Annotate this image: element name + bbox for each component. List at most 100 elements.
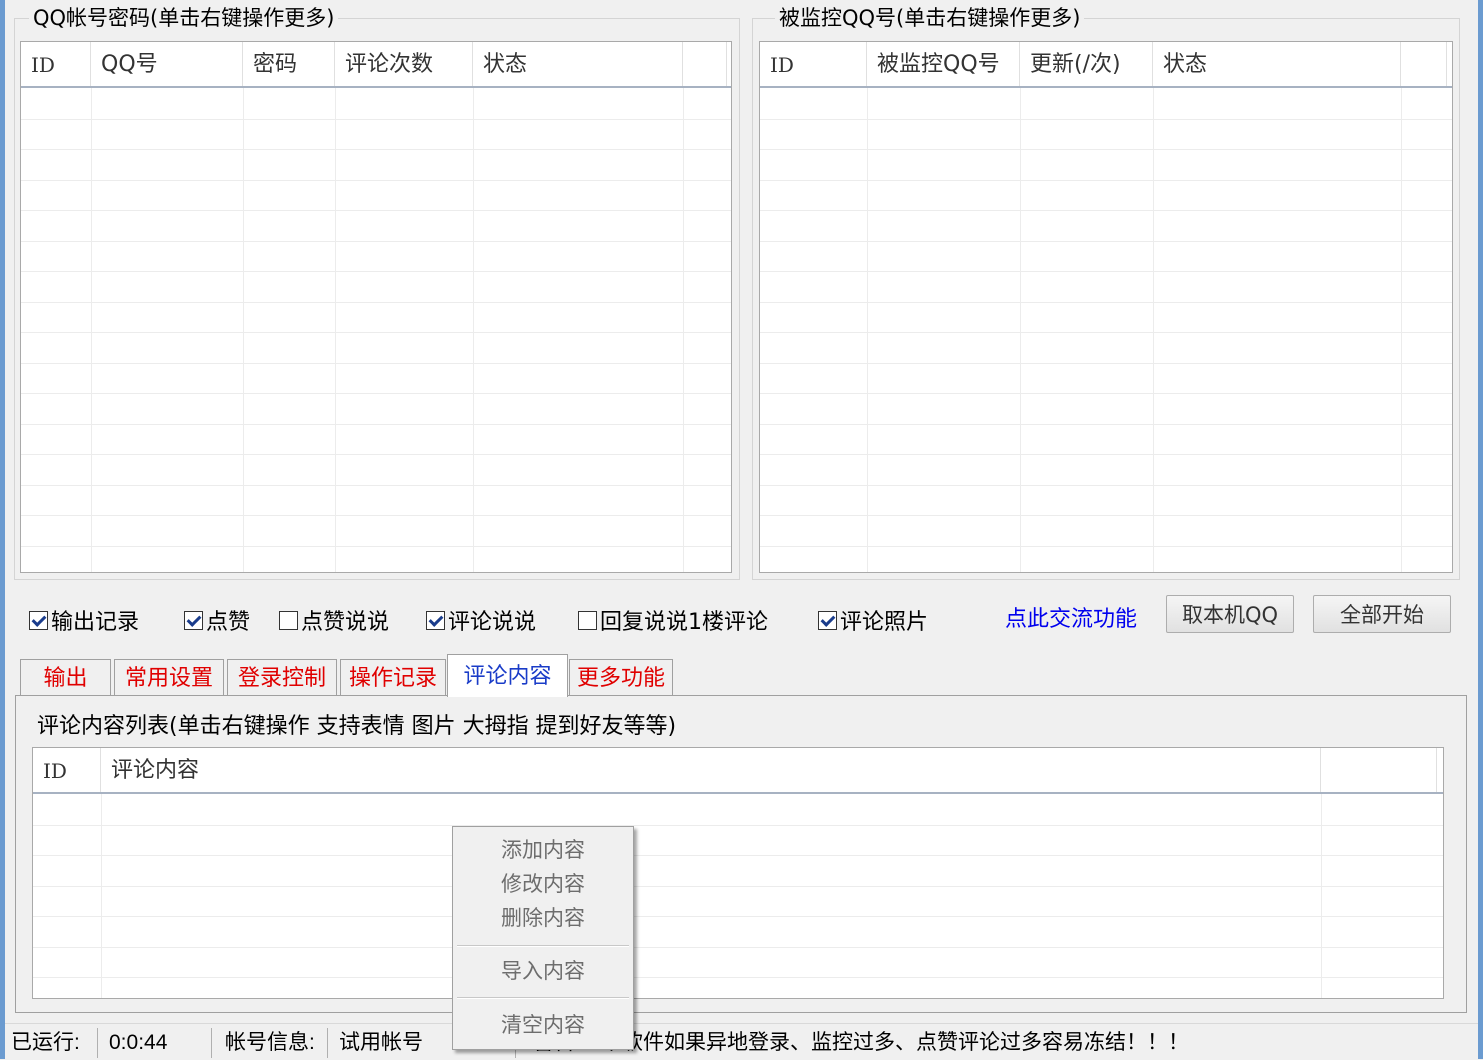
- notice-text: 本软件如果异地登录、监控过多、点赞评论过多容易冻结！！！: [601, 1031, 1189, 1054]
- option-comment-posts-label: 评论说说: [448, 610, 537, 635]
- column-header-comment-count[interactable]: 评论次数: [335, 42, 473, 86]
- grid-row-line: [21, 332, 731, 333]
- tab-operation-log[interactable]: 操作记录: [340, 659, 446, 696]
- checkbox-output-log[interactable]: [29, 610, 48, 630]
- checkbox-comment-posts[interactable]: [426, 610, 445, 630]
- grid-row-line: [760, 515, 1452, 516]
- grid-column-line: [1401, 88, 1402, 572]
- checkbox-comment-photos[interactable]: [818, 610, 837, 630]
- menu-separator: [457, 945, 629, 947]
- grid-row-line: [33, 946, 1443, 948]
- option-output-log[interactable]: 输出记录: [29, 605, 139, 635]
- grid-row-line: [760, 454, 1452, 455]
- checkbox-like-posts[interactable]: [279, 610, 298, 630]
- option-like-posts[interactable]: 点赞说说: [279, 605, 389, 635]
- grid-row-line: [21, 454, 731, 455]
- column-header-qq[interactable]: QQ号: [91, 42, 243, 86]
- grid-row-line: [21, 484, 731, 486]
- monitored-group-title: 被监控QQ号(单击右键操作更多): [775, 5, 1085, 31]
- grid-column-line: [335, 88, 336, 572]
- column-header-password[interactable]: 密码: [243, 42, 335, 86]
- grid-row-line: [21, 362, 731, 364]
- grid-row-line: [33, 824, 1443, 826]
- option-reply-first-floor-label: 回复说说1楼评论: [600, 610, 768, 635]
- column-header-comment[interactable]: 评论内容: [101, 748, 1321, 792]
- column-header-id[interactable]: ID: [33, 748, 101, 792]
- checkbox-like[interactable]: [184, 610, 203, 630]
- menu-item-add-content[interactable]: 添加内容: [453, 835, 633, 865]
- accounts-list-header: ID QQ号 密码 评论次数 状态: [21, 42, 731, 88]
- grid-row-line: [21, 118, 731, 120]
- grid-row-line: [760, 179, 1452, 181]
- grid-row-line: [21, 301, 731, 303]
- comment-panel-title: 评论内容列表(单击右键操作 支持表情 图片 大拇指 提到好友等等): [37, 714, 677, 739]
- tab-login-control[interactable]: 登录控制: [227, 659, 337, 696]
- grid-row-line: [760, 332, 1452, 333]
- grid-row-line: [760, 240, 1452, 242]
- comment-list[interactable]: ID 评论内容: [32, 747, 1444, 999]
- option-reply-first-floor[interactable]: 回复说说1楼评论: [578, 605, 768, 635]
- tab-common-settings[interactable]: 常用设置: [114, 659, 224, 696]
- option-output-log-label: 输出记录: [51, 610, 140, 635]
- grid-row-line: [21, 423, 731, 425]
- option-like[interactable]: 点赞: [184, 605, 250, 635]
- grid-row-line: [21, 271, 731, 272]
- grid-row-line: [760, 362, 1452, 364]
- column-header-status[interactable]: 状态: [1153, 42, 1401, 86]
- column-header-id[interactable]: ID: [760, 42, 867, 86]
- grid-column-line: [867, 88, 868, 572]
- grid-row-line: [760, 545, 1452, 547]
- option-comment-posts[interactable]: 评论说说: [426, 605, 536, 635]
- grid-column-line: [1020, 88, 1021, 572]
- tab-more-functions[interactable]: 更多功能: [569, 659, 673, 696]
- column-header-status[interactable]: 状态: [473, 42, 683, 86]
- grid-row-line: [21, 179, 731, 181]
- monitored-list-header: ID 被监控QQ号 更新(/次) 状态: [760, 42, 1452, 88]
- start-all-button[interactable]: 全部开始: [1313, 595, 1451, 633]
- grid-row-line: [760, 484, 1452, 486]
- menu-item-import-content[interactable]: 导入内容: [453, 956, 633, 986]
- column-header-filler: [683, 42, 727, 86]
- grid-column-line: [101, 794, 102, 998]
- menu-item-delete-content[interactable]: 删除内容: [453, 903, 633, 933]
- status-separator: [97, 1028, 98, 1058]
- account-label: 帐号信息:: [225, 1031, 315, 1054]
- column-header-id[interactable]: ID: [21, 42, 91, 86]
- grid-row-line: [760, 393, 1452, 394]
- grid-row-line: [760, 301, 1452, 303]
- accounts-group-title: QQ帐号密码(单击右键操作更多): [29, 5, 339, 31]
- grid-column-line: [243, 88, 244, 572]
- option-comment-photos[interactable]: 评论照片: [818, 605, 928, 635]
- menu-item-clear-content[interactable]: 清空内容: [453, 1010, 633, 1040]
- menu-separator: [457, 997, 629, 999]
- comment-list-header: ID 评论内容: [33, 748, 1443, 794]
- get-local-qq-button[interactable]: 取本机QQ: [1166, 595, 1294, 633]
- checkbox-reply-first-floor[interactable]: [578, 610, 597, 630]
- grid-column-line: [683, 88, 684, 572]
- grid-row-line: [33, 977, 1443, 978]
- menu-item-edit-content[interactable]: 修改内容: [453, 869, 633, 899]
- accounts-list[interactable]: ID QQ号 密码 评论次数 状态: [20, 41, 732, 573]
- option-like-label: 点赞: [206, 610, 251, 635]
- runtime-value: 0:0:44: [109, 1031, 168, 1054]
- exchange-link[interactable]: 点此交流功能: [1005, 605, 1137, 635]
- window-frame-right: [1478, 0, 1483, 1059]
- option-like-posts-label: 点赞说说: [301, 610, 390, 635]
- tab-comment-content[interactable]: 评论内容: [447, 654, 568, 697]
- monitored-list[interactable]: ID 被监控QQ号 更新(/次) 状态: [759, 41, 1453, 573]
- grid-row-line: [33, 855, 1443, 856]
- tab-output[interactable]: 输出: [20, 659, 111, 696]
- accounts-list-grid: [21, 88, 731, 572]
- window-frame-left: [0, 0, 5, 1059]
- grid-row-line: [33, 885, 1443, 887]
- column-header-update[interactable]: 更新(/次): [1020, 42, 1153, 86]
- column-header-filler: [1401, 42, 1447, 86]
- grid-row-line: [760, 149, 1452, 150]
- grid-column-line: [91, 88, 92, 572]
- grid-row-line: [21, 149, 731, 150]
- status-separator: [211, 1028, 212, 1058]
- column-header-monitored-qq[interactable]: 被监控QQ号: [867, 42, 1020, 86]
- grid-row-line: [760, 271, 1452, 272]
- grid-row-line: [760, 423, 1452, 425]
- grid-row-line: [21, 393, 731, 394]
